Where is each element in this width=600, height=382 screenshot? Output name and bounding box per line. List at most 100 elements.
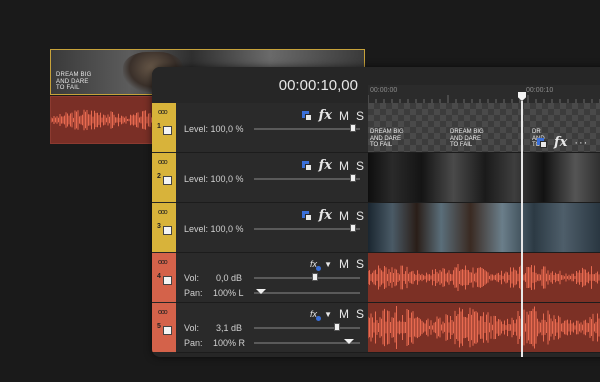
track-tab[interactable]: ooo 3 [152, 203, 176, 252]
caption-line: DREAM BIG [450, 129, 484, 135]
track-fx-icon[interactable]: fx [310, 259, 322, 271]
caption-line: DREAM BIG [370, 129, 404, 135]
solo-button[interactable]: S [356, 307, 364, 321]
pan-slider-handle[interactable] [344, 339, 354, 344]
video-track-3-clips[interactable] [368, 203, 600, 253]
level-slider[interactable] [254, 128, 360, 130]
level-label: Level: 100,0 % [184, 174, 244, 184]
level-slider[interactable] [254, 228, 360, 230]
track-number: 1 [157, 123, 161, 130]
track-number: 2 [157, 173, 161, 180]
fx-button[interactable]: fx [319, 108, 332, 123]
playhead-line[interactable] [521, 101, 523, 357]
track-header: fx M S Level: 100,0 % [176, 153, 368, 203]
caption-line: TO FAIL [450, 142, 473, 148]
volume-slider-handle[interactable] [334, 323, 340, 331]
mute-button[interactable]: M [339, 109, 349, 123]
ruler-label: 00:00:00 [370, 87, 398, 94]
ruler-ticks [368, 95, 600, 103]
track-header: fx M S Level: 100,0 % [176, 203, 368, 253]
level-slider-handle[interactable] [350, 224, 356, 232]
audio-track-5-clips[interactable] [368, 303, 600, 353]
audio-track-4[interactable]: ooo 4 fx ▼ M S Vol: 0,0 dB Pan: 100% L [152, 253, 600, 303]
video-track-2-clips[interactable] [368, 153, 600, 203]
volume-slider[interactable] [254, 277, 360, 279]
caption-line: TO FAIL [370, 142, 393, 148]
video-track-icon [163, 176, 172, 185]
track-grip-icon[interactable]: ooo [158, 259, 168, 266]
track-grip-icon[interactable]: ooo [158, 109, 168, 116]
pan-label: Pan: [184, 288, 203, 298]
audio-track-icon [163, 276, 172, 285]
track-number: 5 [157, 323, 161, 330]
mute-button[interactable]: M [339, 307, 349, 321]
mute-button[interactable]: M [339, 159, 349, 173]
clip-caption: DREAM BIG AND DARE TO FAIL [450, 129, 484, 149]
track-tab[interactable]: ooo 5 [152, 303, 176, 352]
vol-value: 0,0 dB [216, 273, 243, 283]
pan-slider[interactable] [254, 292, 360, 294]
track-fx-icon[interactable]: fx [310, 309, 322, 321]
audio-track-5[interactable]: ooo 5 fx ▼ M S Vol: 3,1 dB Pan: 100% R [152, 303, 600, 353]
mute-button[interactable]: M [339, 209, 349, 223]
fx-button[interactable]: fx [319, 158, 332, 173]
event-pan-crop-icon[interactable] [537, 137, 547, 148]
track-grip-icon[interactable]: ooo [158, 209, 168, 216]
level-label: Level: 100,0 % [184, 124, 244, 134]
fx-button[interactable]: fx [319, 208, 332, 223]
video-track-2[interactable]: ooo 2 fx M S Level: 100,0 % [152, 153, 600, 203]
track-header: fx ▼ M S Vol: 3,1 dB Pan: 100% R [176, 303, 368, 353]
pan-label: Pan: [184, 338, 203, 348]
solo-button[interactable]: S [356, 109, 364, 123]
track-tab[interactable]: ooo 2 [152, 153, 176, 202]
video-track-icon [163, 126, 172, 135]
compositing-icon[interactable] [301, 210, 312, 221]
caption-line: TO FAIL [56, 85, 80, 91]
audio-track-icon [163, 326, 172, 335]
solo-button[interactable]: S [356, 257, 364, 271]
compositing-icon[interactable] [301, 160, 312, 171]
video-track-icon [163, 226, 172, 235]
track-panel: 00:00:10,00 00:00:00 00:00:10 ooo 1 fx M… [152, 67, 600, 357]
more-icon[interactable]: ··· [574, 137, 588, 149]
track-tab[interactable]: ooo 1 [152, 103, 176, 152]
solo-button[interactable]: S [356, 209, 364, 223]
track-grip-icon[interactable]: ooo [158, 309, 168, 316]
ruler-label: 00:00:10 [526, 87, 554, 94]
event-fx-icon[interactable]: fx [554, 135, 567, 150]
level-slider-handle[interactable] [350, 124, 356, 132]
level-label: Level: 100,0 % [184, 224, 244, 234]
track-grip-icon[interactable]: ooo [158, 159, 168, 166]
track-number: 4 [157, 273, 161, 280]
volume-slider-handle[interactable] [312, 273, 318, 281]
pan-slider-handle[interactable] [256, 289, 266, 294]
caret-down-icon[interactable]: ▼ [324, 260, 332, 269]
vol-label: Vol: [184, 273, 200, 283]
compositing-icon[interactable] [301, 110, 312, 121]
pan-value: 100% R [213, 338, 246, 348]
clip-overlay-icons: fx ··· [537, 135, 588, 150]
audio-waveform [368, 264, 600, 291]
vol-label: Vol: [184, 323, 200, 333]
level-slider[interactable] [254, 178, 360, 180]
level-slider-handle[interactable] [350, 174, 356, 182]
track-header: fx M S Level: 100,0 % [176, 103, 368, 153]
audio-waveform [368, 306, 600, 349]
audio-track-4-clips[interactable] [368, 253, 600, 303]
pan-value: 100% L [213, 288, 244, 298]
caret-down-icon[interactable]: ▼ [324, 310, 332, 319]
vol-value: 3,1 dB [216, 323, 243, 333]
track-number: 3 [157, 223, 161, 230]
volume-slider[interactable] [254, 327, 360, 329]
timeline-ruler[interactable]: 00:00:00 00:00:10 [368, 85, 600, 103]
caption-line: DREAM BIG [56, 72, 92, 78]
solo-button[interactable]: S [356, 159, 364, 173]
mute-button[interactable]: M [339, 257, 349, 271]
video-track-3[interactable]: ooo 3 fx M S Level: 100,0 % [152, 203, 600, 253]
video-track-1[interactable]: ooo 1 fx M S Level: 100,0 % DREAM BIG AN… [152, 103, 600, 153]
clip-caption: DREAM BIG AND DARE TO FAIL [56, 72, 91, 92]
track-tab[interactable]: ooo 4 [152, 253, 176, 302]
clip-caption: DREAM BIG AND DARE TO FAIL [370, 129, 404, 149]
timecode-display[interactable]: 00:00:10,00 [152, 67, 368, 103]
track-header: fx ▼ M S Vol: 0,0 dB Pan: 100% L [176, 253, 368, 303]
